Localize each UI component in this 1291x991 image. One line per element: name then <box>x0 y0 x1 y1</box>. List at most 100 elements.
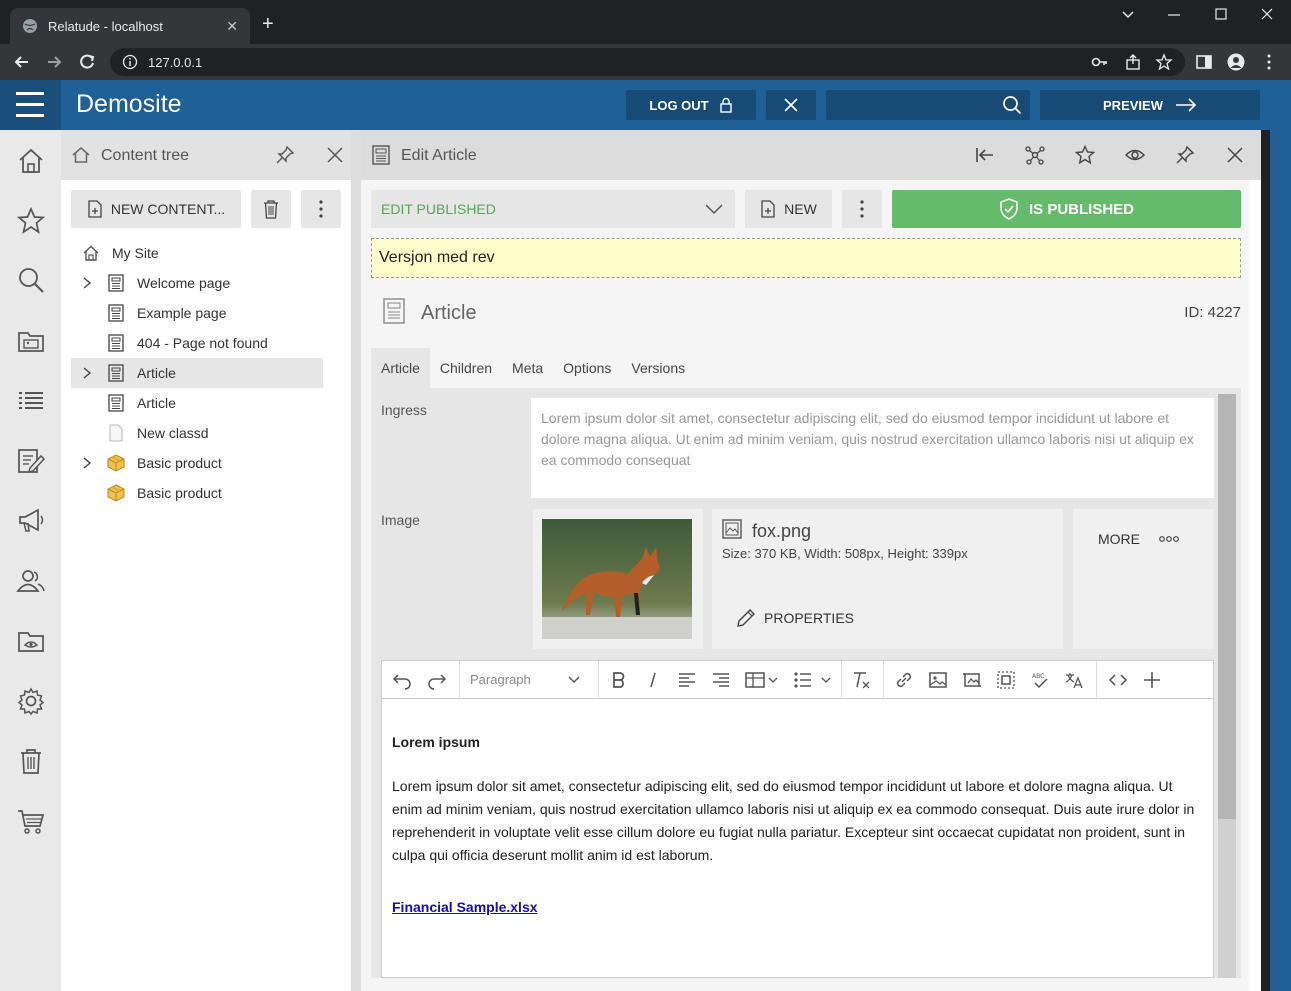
tree-item[interactable]: Example page <box>71 298 323 328</box>
chevron-right-icon[interactable] <box>81 367 93 379</box>
browser-menu-icon[interactable] <box>1260 53 1278 71</box>
table-icon[interactable] <box>745 670 781 690</box>
favorite-star-icon[interactable] <box>1075 145 1095 165</box>
search-icon[interactable] <box>1002 95 1022 115</box>
format-select[interactable]: Paragraph <box>470 672 590 687</box>
image-more-button[interactable]: MORE <box>1073 509 1214 649</box>
reload-icon[interactable] <box>77 52 97 72</box>
tab-article[interactable]: Article <box>371 348 430 388</box>
eye-preview-icon[interactable] <box>1125 145 1145 165</box>
bullet-list-icon[interactable] <box>793 670 833 690</box>
tree-item[interactable]: Welcome page <box>71 268 323 298</box>
pin-icon[interactable] <box>1175 145 1195 165</box>
translate-icon[interactable] <box>1064 670 1084 690</box>
undo-icon[interactable] <box>392 670 412 690</box>
settings-gear-icon[interactable] <box>16 686 46 716</box>
tree-item[interactable]: New classd <box>71 418 323 448</box>
attachment-link[interactable]: Financial Sample.xlsx <box>392 899 538 915</box>
clear-format-icon[interactable] <box>851 670 871 690</box>
rich-text-content[interactable]: Lorem ipsum Lorem ipsum dolor sit amet, … <box>392 731 1202 919</box>
tab-search-icon[interactable] <box>1120 6 1136 22</box>
spellcheck-icon[interactable]: ABC <box>1030 670 1050 690</box>
side-panel-icon[interactable] <box>1195 53 1213 71</box>
forward-arrow-icon[interactable] <box>44 52 64 72</box>
panel-splitter[interactable] <box>351 130 361 991</box>
hamburger-menu-icon[interactable] <box>0 80 61 130</box>
tab-options[interactable]: Options <box>553 348 621 388</box>
close-icon[interactable] <box>327 147 343 163</box>
favorites-star-icon[interactable] <box>16 206 46 236</box>
url-field[interactable]: 127.0.0.1 <box>110 48 1185 76</box>
crop-image-icon[interactable] <box>962 670 982 690</box>
tree-item[interactable]: Article <box>71 388 323 418</box>
key-icon[interactable] <box>1091 53 1109 71</box>
maximize-icon[interactable] <box>1213 6 1229 22</box>
select-all-icon[interactable] <box>996 670 1016 690</box>
tree-item[interactable]: My Site <box>71 238 323 268</box>
logout-button[interactable]: LOG OUT <box>626 90 756 120</box>
body-heading: Lorem ipsum <box>392 734 480 750</box>
minimize-icon[interactable] <box>1166 6 1182 22</box>
list-icon[interactable] <box>16 385 46 415</box>
megaphone-icon[interactable] <box>16 505 46 535</box>
tree-item[interactable]: Basic product <box>71 478 323 508</box>
edit-document-icon[interactable] <box>16 446 46 476</box>
close-header-button[interactable] <box>766 90 816 120</box>
insert-image-icon[interactable] <box>928 670 948 690</box>
properties-button[interactable]: PROPERTIES <box>736 608 854 628</box>
home-icon[interactable] <box>16 146 46 176</box>
tree-more-button[interactable] <box>301 190 341 228</box>
link-icon[interactable] <box>894 670 914 690</box>
preview-button[interactable]: PREVIEW <box>1040 90 1260 120</box>
users-icon[interactable] <box>16 566 46 596</box>
page-icon <box>108 394 124 412</box>
new-content-button[interactable]: NEW CONTENT... <box>71 190 241 228</box>
trash-icon[interactable] <box>16 746 46 776</box>
insert-plus-icon[interactable] <box>1142 670 1162 690</box>
align-right-icon[interactable] <box>711 670 731 690</box>
italic-icon[interactable] <box>643 670 663 690</box>
ingress-textarea[interactable]: Lorem ipsum dolor sit amet, consectetur … <box>531 398 1214 498</box>
tab-meta[interactable]: Meta <box>502 348 553 388</box>
share-icon[interactable] <box>1124 53 1142 71</box>
tree-item[interactable]: Basic product <box>71 448 323 478</box>
new-button[interactable]: NEW <box>745 190 832 228</box>
site-info-icon[interactable] <box>122 54 138 70</box>
close-icon[interactable] <box>1227 147 1243 163</box>
collapse-left-icon[interactable] <box>975 145 995 165</box>
bold-icon[interactable] <box>609 670 629 690</box>
publish-status-button[interactable]: IS PUBLISHED <box>892 190 1241 228</box>
form-scrollbar[interactable] <box>1218 394 1236 978</box>
shared-folder-icon[interactable] <box>16 626 46 656</box>
pin-icon[interactable] <box>275 145 295 165</box>
tab-versions[interactable]: Versions <box>621 348 695 388</box>
delete-button[interactable] <box>251 190 291 228</box>
page-scrollbar[interactable] <box>1270 80 1291 991</box>
back-arrow-icon[interactable] <box>12 52 32 72</box>
tree-item[interactable]: Article <box>71 358 323 388</box>
source-code-icon[interactable] <box>1108 670 1128 690</box>
tab-close-icon[interactable]: ✕ <box>226 18 238 35</box>
tab-children[interactable]: Children <box>430 348 502 388</box>
bookmark-star-icon[interactable] <box>1155 53 1173 71</box>
align-left-icon[interactable] <box>677 670 697 690</box>
chevron-right-icon[interactable] <box>81 457 93 469</box>
new-tab-icon[interactable]: + <box>262 14 274 34</box>
tree-item[interactable]: 404 - Page not found <box>71 328 323 358</box>
form-scrollbar-thumb[interactable] <box>1218 394 1236 819</box>
version-note-field[interactable]: Versjon med rev <box>371 238 1241 278</box>
media-folder-icon[interactable] <box>16 326 46 356</box>
header-search-input[interactable] <box>826 90 1030 120</box>
redo-icon[interactable] <box>427 670 447 690</box>
image-thumbnail[interactable] <box>533 509 703 649</box>
window-close-icon[interactable] <box>1259 6 1275 22</box>
chevron-right-icon[interactable] <box>81 277 93 289</box>
edit-more-button[interactable] <box>842 190 882 228</box>
new-document-icon <box>88 200 102 218</box>
search-icon[interactable] <box>16 265 46 295</box>
browser-tab[interactable]: Relatude - localhost ✕ <box>10 8 250 44</box>
profile-icon[interactable] <box>1227 53 1245 71</box>
structure-tree-icon[interactable] <box>1025 145 1045 165</box>
shopping-cart-icon[interactable] <box>16 806 46 836</box>
edit-state-select[interactable]: EDIT PUBLISHED <box>371 190 735 228</box>
